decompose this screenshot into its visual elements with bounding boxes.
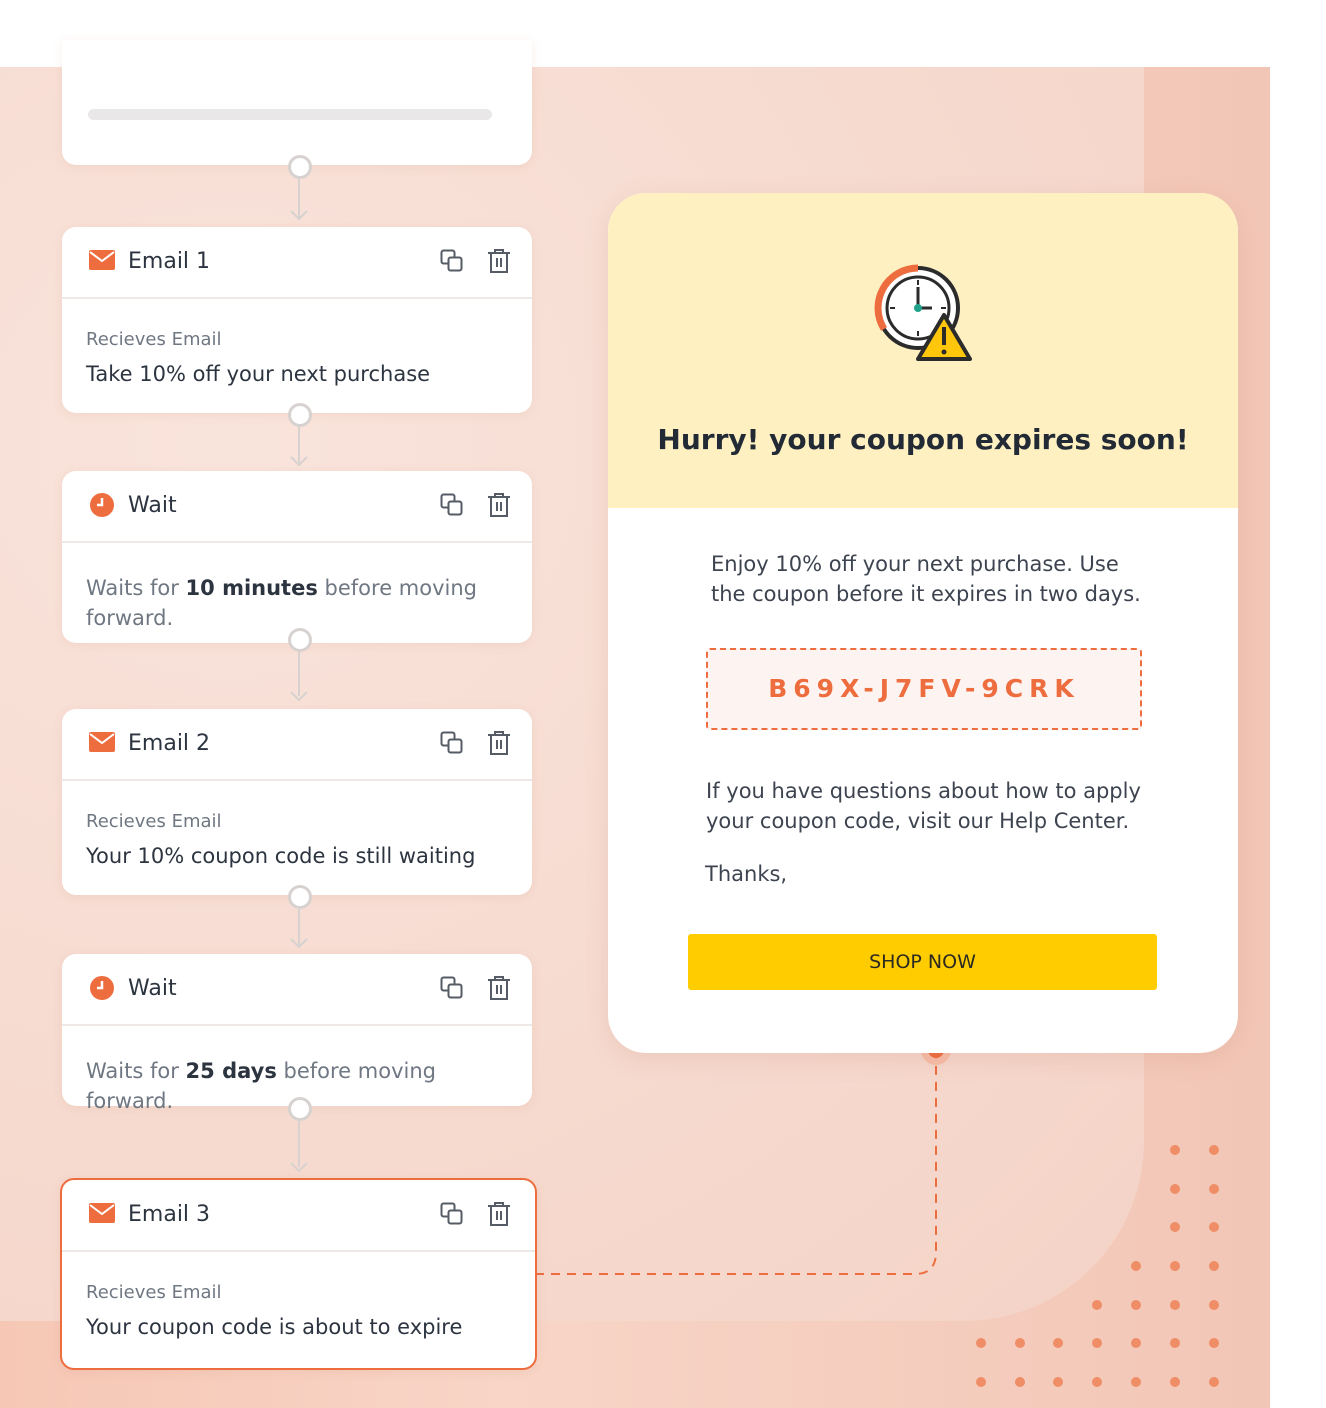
flow-step-placeholder[interactable] [62, 40, 532, 165]
flow-step-email-2[interactable]: Email 2 Recieves Email Your 10% coupon c… [62, 709, 532, 895]
flow-connector [285, 403, 315, 473]
step-title: Email 2 [128, 731, 211, 756]
email-header: Hurry! your coupon expires soon! [608, 193, 1238, 508]
arrow-down-icon [290, 938, 308, 949]
copy-icon[interactable] [440, 1202, 464, 1226]
copy-icon[interactable] [440, 731, 464, 755]
email-headline: Hurry! your coupon expires soon! [657, 423, 1189, 456]
flow-step-email-1[interactable]: Email 1 Recieves Email Take 10% off your… [62, 227, 532, 413]
flow-connector [285, 885, 315, 955]
email-intro: Enjoy 10% off your next purchase. Use th… [711, 552, 1141, 606]
flow-step-email-3[interactable]: Email 3 Recieves Email Your coupon code … [60, 1178, 537, 1370]
copy-icon[interactable] [440, 976, 464, 1000]
shop-now-button[interactable]: SHOP NOW [688, 934, 1157, 990]
copy-icon[interactable] [440, 249, 464, 273]
connector-node[interactable] [288, 1097, 312, 1121]
connector-node[interactable] [288, 628, 312, 652]
copy-icon[interactable] [440, 493, 464, 517]
step-title: Email 1 [128, 249, 211, 274]
clock-icon [90, 493, 114, 517]
envelope-icon [89, 250, 115, 270]
arrow-down-icon [290, 691, 308, 702]
envelope-icon [89, 1203, 115, 1223]
wait-duration: 25 days [185, 1059, 277, 1083]
connector-node[interactable] [288, 403, 312, 427]
arrow-down-icon [290, 210, 308, 221]
step-title: Wait [128, 976, 177, 1001]
email-signoff: Thanks, [705, 862, 788, 886]
trash-icon[interactable] [487, 975, 511, 1001]
dot-pattern [960, 1130, 1240, 1400]
flow-connector [285, 628, 315, 708]
email-subject: Your coupon code is about to expire [86, 1315, 463, 1339]
email-subject: Your 10% coupon code is still waiting [86, 844, 476, 868]
step-title: Wait [128, 493, 177, 518]
clock-warning-icon [874, 264, 972, 361]
arrow-down-icon [290, 456, 308, 467]
wait-description: Waits for 10 minutes before moving forwa… [86, 576, 477, 630]
flow-step-wait-2[interactable]: Wait Waits for 25 days before moving for… [62, 954, 532, 1113]
email-preview: Hurry! your coupon expires soon! Enjoy 1… [608, 193, 1238, 1053]
step-title: Email 3 [128, 1202, 211, 1227]
email-help-text: If you have questions about how to apply… [706, 779, 1141, 833]
step-label: Recieves Email [86, 329, 222, 350]
flow-step-wait-1[interactable]: Wait Waits for 10 minutes before moving … [62, 471, 532, 643]
connector-node[interactable] [288, 155, 312, 179]
trash-icon[interactable] [487, 248, 511, 274]
connector-node[interactable] [288, 885, 312, 909]
trash-icon[interactable] [487, 1201, 511, 1227]
flow-connector [285, 155, 315, 225]
step-label: Recieves Email [86, 1282, 222, 1303]
wait-duration: 10 minutes [185, 576, 318, 600]
trash-icon[interactable] [487, 730, 511, 756]
envelope-icon [89, 732, 115, 752]
placeholder-bar [88, 109, 492, 120]
step-label: Recieves Email [86, 811, 222, 832]
email-subject: Take 10% off your next purchase [86, 362, 431, 386]
arrow-down-icon [290, 1162, 308, 1173]
clock-icon [90, 976, 114, 1000]
preview-link-connector [535, 1035, 951, 1275]
coupon-code[interactable]: B69X-J7FV-9CRK [706, 648, 1142, 730]
trash-icon[interactable] [487, 492, 511, 518]
flow-connector [285, 1097, 315, 1179]
